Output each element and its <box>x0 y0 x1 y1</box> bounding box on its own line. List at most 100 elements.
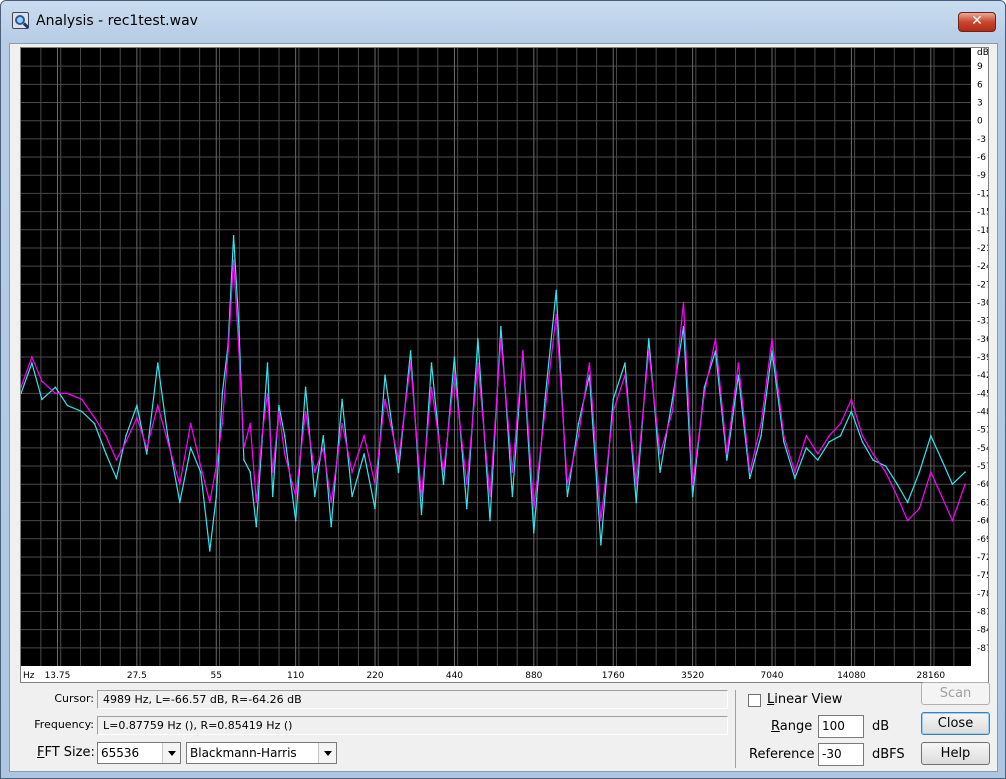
data-point-l <box>682 301 685 304</box>
data-point-r <box>648 338 650 340</box>
data-point-r <box>215 495 218 498</box>
window-function-select[interactable]: Blackmann-Harris <box>186 742 337 764</box>
window-function-value: Blackmann-Harris <box>190 746 297 760</box>
data-point-r <box>397 471 400 473</box>
data-point-r <box>783 441 785 443</box>
data-point-l <box>238 350 240 352</box>
data-point-l <box>600 519 602 522</box>
db-tick-label: -15 <box>977 208 988 218</box>
spectrum-svg[interactable]: 9 6 3 0 -3 -6 -9 -12 -15 -18 -21 -24 -27 -30 -33 -36 -39… <box>21 48 988 682</box>
data-point-l <box>533 507 535 510</box>
db-tick-label: -72 <box>977 553 988 563</box>
hz-tick-label: 7040 <box>761 671 784 681</box>
data-point-r <box>794 477 796 480</box>
data-point-l <box>544 410 546 413</box>
data-point-l <box>341 422 343 425</box>
data-point-r <box>221 392 224 395</box>
data-point-r <box>238 325 240 328</box>
data-point-r <box>839 435 842 437</box>
data-point-l <box>918 507 921 510</box>
data-point-r <box>691 495 694 498</box>
data-point-r <box>453 356 456 358</box>
data-point-l <box>477 362 479 364</box>
data-point-r <box>341 398 343 401</box>
chevron-down-icon[interactable] <box>162 743 180 763</box>
fft-size-label: FFT Size: <box>37 745 95 760</box>
data-point-r <box>232 235 235 237</box>
title-bar[interactable]: Analysis - rec1test.wav ✕ <box>1 1 1005 43</box>
db-tick-label: -33 <box>977 317 988 327</box>
data-point-l <box>261 435 263 437</box>
linear-view-label[interactable]: Linear View <box>767 692 842 707</box>
hz-tick-label: 27.5 <box>127 671 147 681</box>
hz-tick-label: 110 <box>287 671 304 681</box>
hz-tick-label: 3520 <box>681 671 704 681</box>
fft-size-select[interactable]: 65536 <box>97 742 181 764</box>
data-point-l <box>41 380 43 383</box>
data-point-r <box>577 422 580 425</box>
data-point-r <box>179 501 181 504</box>
frequency-label: Frequency: <box>34 718 94 731</box>
data-point-l <box>146 447 148 449</box>
help-button[interactable]: Help <box>921 742 990 765</box>
data-point-r <box>918 471 921 473</box>
data-point-l <box>232 259 235 261</box>
data-point-l <box>861 435 864 437</box>
linear-view-checkbox[interactable] <box>748 694 761 707</box>
data-point-r <box>533 531 535 534</box>
data-point-r <box>500 325 502 328</box>
data-point-r <box>31 362 33 364</box>
data-point-r <box>850 410 853 413</box>
data-point-l <box>136 416 138 419</box>
data-point-r <box>951 483 954 486</box>
data-point-r <box>283 435 286 437</box>
data-point-r <box>420 513 423 516</box>
reference-label: Reference <box>749 747 815 762</box>
data-point-l <box>737 362 740 364</box>
data-point-l <box>588 362 591 364</box>
data-point-r <box>430 362 433 364</box>
data-point-l <box>783 435 785 437</box>
range-input[interactable]: 100 <box>818 715 864 738</box>
hz-tick-label: 440 <box>446 671 463 681</box>
data-point-r <box>737 374 740 377</box>
reference-input[interactable]: -30 <box>818 743 864 766</box>
data-point-l <box>612 410 614 413</box>
close-button[interactable]: Close <box>921 712 990 735</box>
db-axis-label: dB <box>977 48 988 58</box>
data-point-r <box>941 459 943 461</box>
spectrum-plot[interactable]: 9 6 3 0 -3 -6 -9 -12 -15 -18 -21 -24 -27 -30 -33 -36 -39… <box>20 47 989 683</box>
frequency-readout: L=0.87759 Hz (), R=0.85419 Hz () <box>97 716 728 735</box>
db-tick-label: 3 <box>977 99 983 109</box>
data-point-r <box>884 465 887 467</box>
data-point-r <box>166 435 169 437</box>
data-point-l <box>271 471 274 473</box>
data-point-l <box>896 495 898 498</box>
data-point-r <box>511 495 514 498</box>
data-point-l <box>555 313 557 316</box>
fft-size-value: 65536 <box>101 746 140 760</box>
data-point-r <box>374 507 376 510</box>
data-point-l <box>227 350 229 352</box>
db-tick-label: -42 <box>977 371 988 381</box>
magnifier-app-icon <box>12 12 30 29</box>
data-point-l <box>314 471 316 473</box>
db-tick-label: -36 <box>977 335 988 345</box>
window-close-icon[interactable]: ✕ <box>958 12 996 32</box>
data-point-r <box>125 435 127 437</box>
data-point-l <box>179 483 181 486</box>
chevron-down-icon[interactable] <box>318 743 336 763</box>
db-tick-label: -48 <box>977 408 988 418</box>
data-point-r <box>466 507 468 510</box>
db-tick-label: -87 <box>977 644 988 654</box>
scan-button[interactable]: Scan <box>921 682 990 705</box>
data-point-l <box>964 483 966 486</box>
db-tick-label: 9 <box>977 62 983 72</box>
data-point-l <box>839 422 842 425</box>
db-tick-label: -45 <box>977 389 988 399</box>
data-point-l <box>577 435 580 437</box>
db-tick-label: -6 <box>977 153 986 163</box>
data-point-r <box>566 495 569 498</box>
cursor-label: Cursor: <box>54 692 94 705</box>
db-tick-label: -57 <box>977 462 988 472</box>
